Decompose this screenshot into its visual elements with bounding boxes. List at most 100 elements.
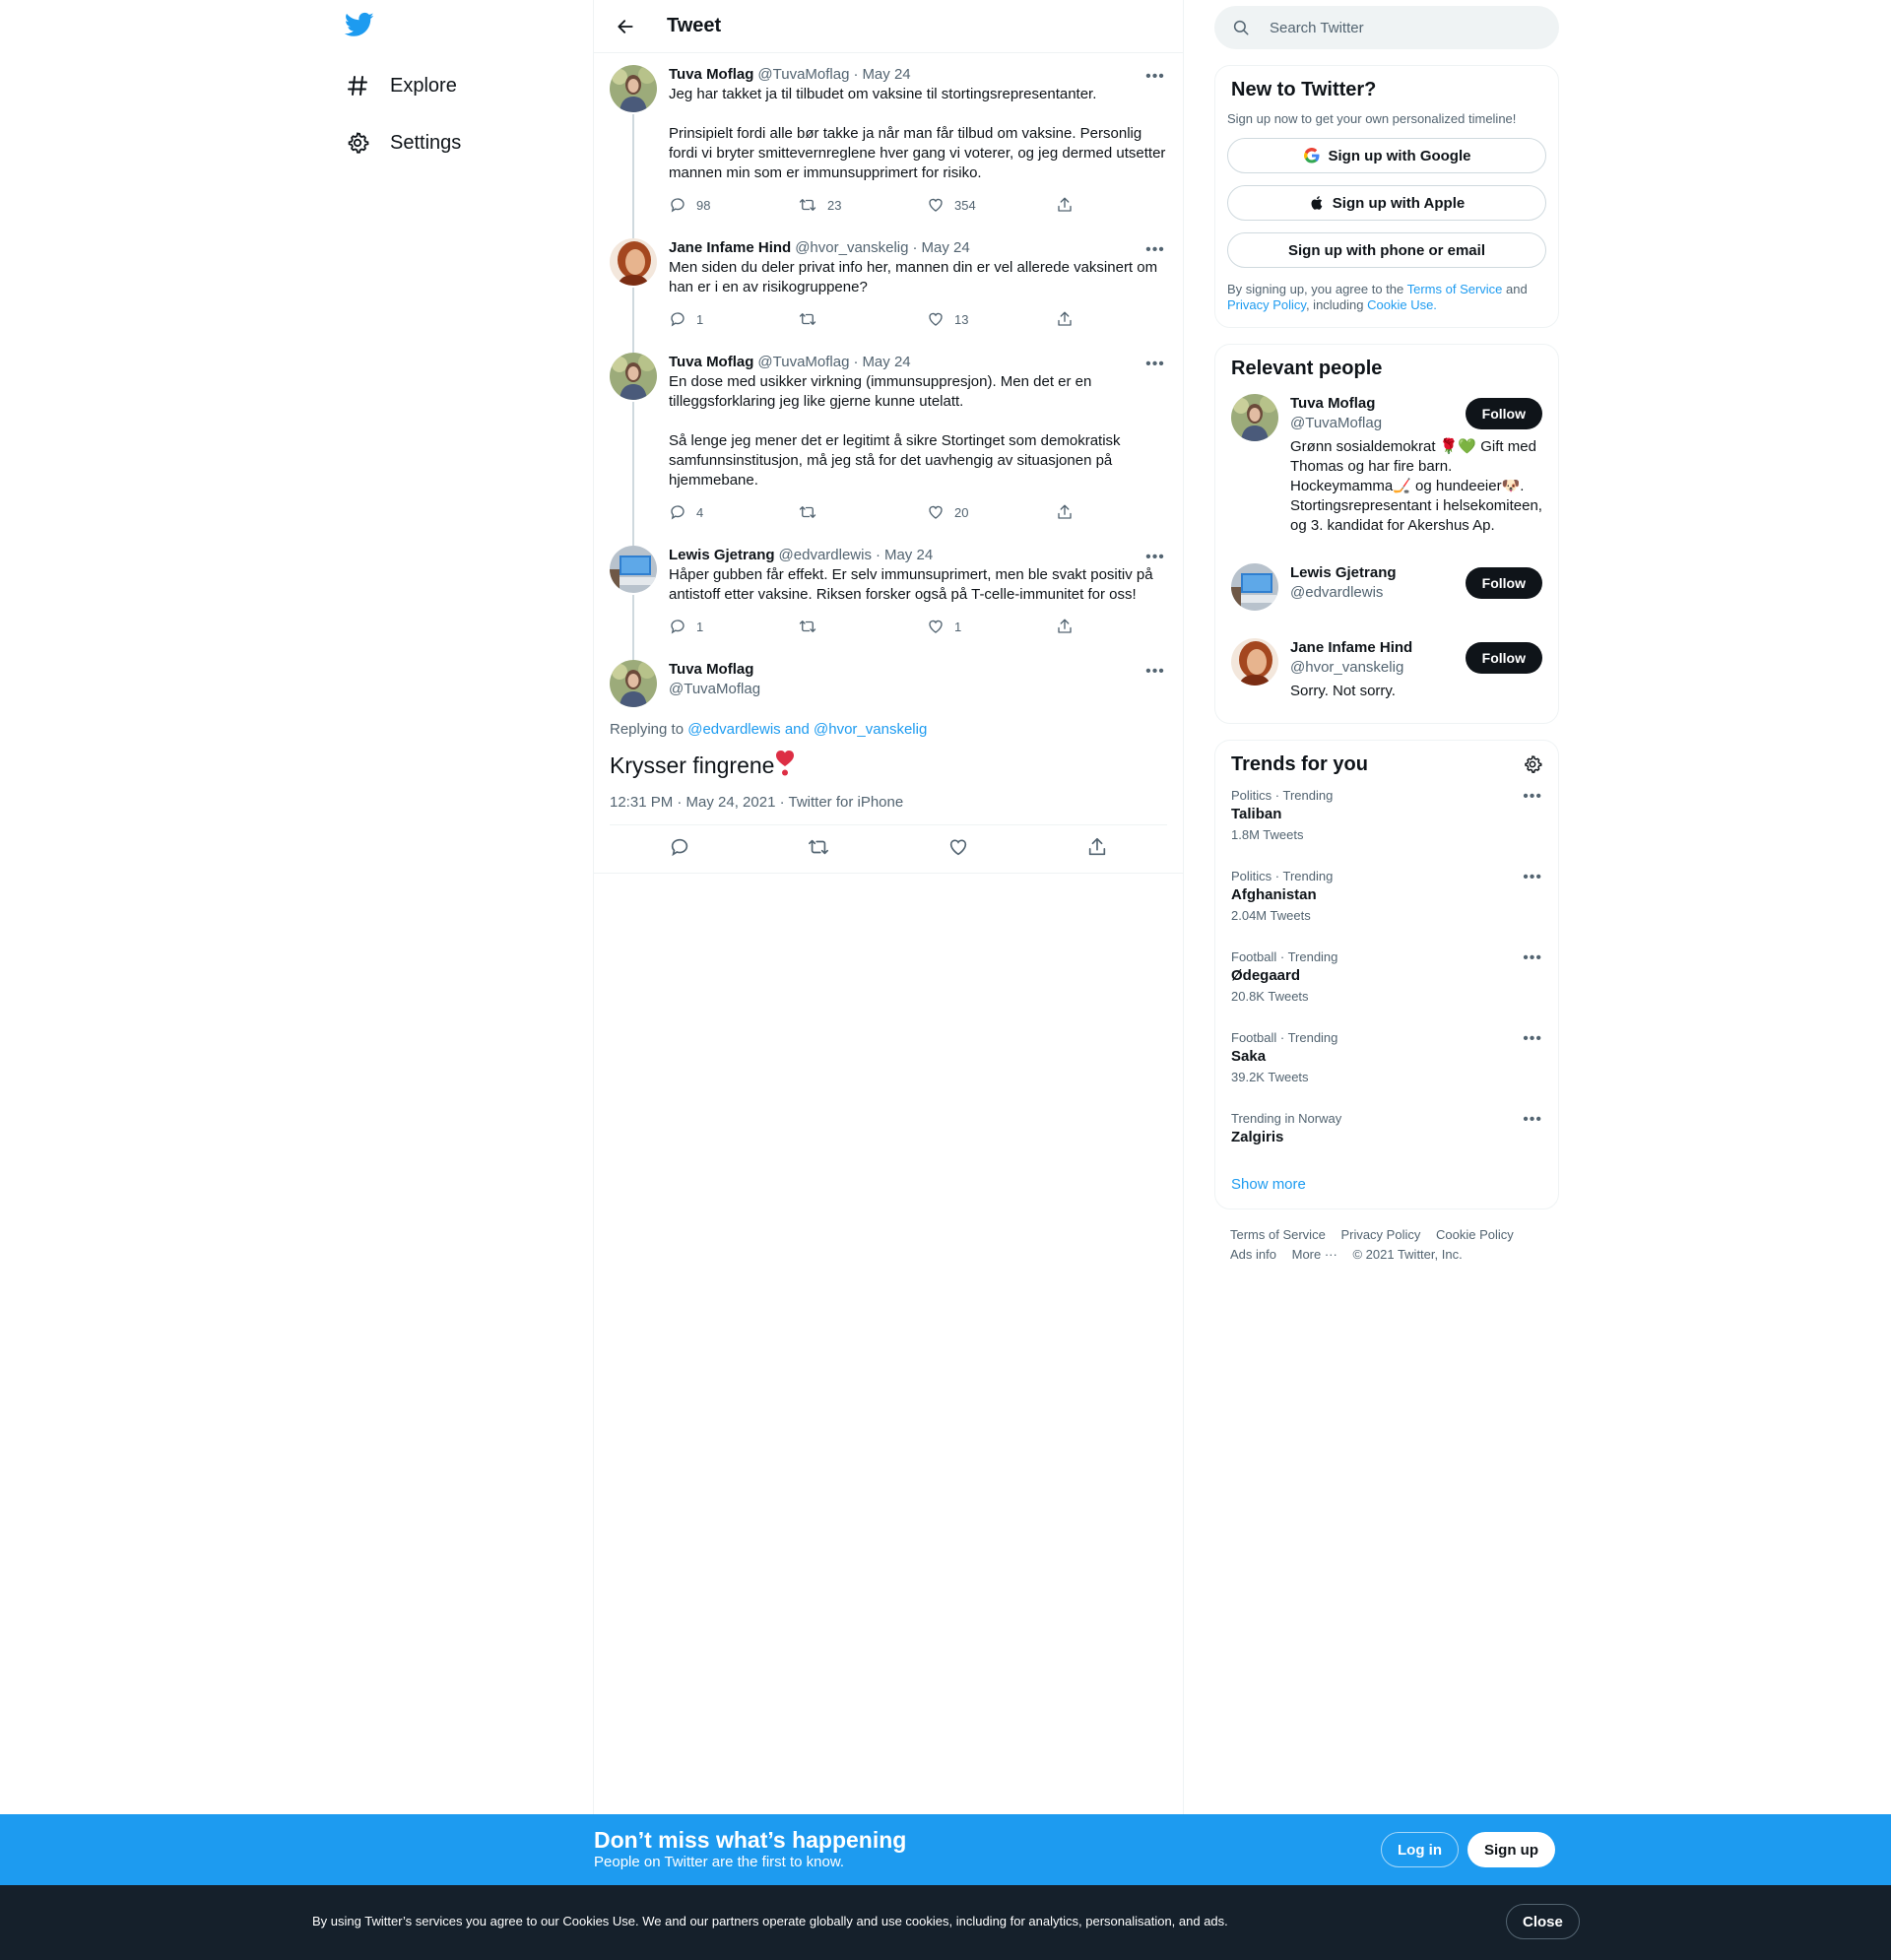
share-button[interactable]	[1056, 310, 1083, 328]
author-name[interactable]: Tuva Moflag	[669, 353, 753, 372]
signup-google-button[interactable]: Sign up with Google	[1227, 138, 1546, 173]
avatar[interactable]	[610, 660, 657, 707]
author-name[interactable]: Jane Infame Hind	[669, 238, 791, 258]
more-options-icon[interactable]: •••	[1143, 546, 1167, 569]
cookie-link[interactable]: Cookie Use.	[1367, 297, 1437, 312]
relevant-people-card: Relevant people Tuva Moflag @TuvaMoflag …	[1214, 344, 1559, 724]
cookie-text: By using Twitter’s services you agree to…	[312, 1914, 1228, 1928]
search-input[interactable]	[1270, 19, 1526, 36]
retweet-icon	[809, 839, 829, 854]
show-more-link[interactable]: Show more	[1215, 1162, 1558, 1199]
signup-button[interactable]: Sign up	[1467, 1832, 1555, 1867]
more-options-icon[interactable]: •••	[1523, 1111, 1542, 1129]
hashtag-icon	[345, 73, 370, 98]
tweet-date[interactable]: May 24	[862, 353, 910, 372]
person-item[interactable]: Jane Infame Hind @hvor_vanskelig Sorry. …	[1231, 624, 1542, 715]
signup-apple-button[interactable]: Sign up with Apple	[1227, 185, 1546, 221]
author-name[interactable]: Lewis Gjetrang	[669, 546, 775, 565]
share-button[interactable]	[1056, 618, 1083, 635]
avatar[interactable]	[610, 65, 657, 112]
like-button[interactable]: 20	[927, 503, 1056, 521]
author-handle[interactable]: @TuvaMoflag	[669, 680, 760, 699]
retweet-button[interactable]	[808, 836, 829, 863]
thread-tweet[interactable]: Jane Infame Hind @hvor_vanskelig · May 2…	[594, 227, 1183, 353]
close-button[interactable]: Close	[1506, 1904, 1580, 1939]
trend-item[interactable]: Football · Trending Ødegaard 20.8K Tweet…	[1215, 938, 1558, 1018]
follow-button[interactable]: Follow	[1465, 642, 1542, 674]
footer-ads-link[interactable]: Ads info	[1230, 1247, 1276, 1262]
like-button[interactable]: 1	[927, 618, 1056, 635]
footer-privacy-link[interactable]: Privacy Policy	[1340, 1227, 1420, 1242]
nav-item-explore[interactable]: Explore	[345, 61, 457, 110]
thread-tweet[interactable]: Lewis Gjetrang @edvardlewis · May 24 •••…	[594, 534, 1183, 660]
like-button[interactable]: 13	[927, 310, 1056, 328]
tweet-date[interactable]: May 24	[922, 238, 970, 258]
separator: ·	[875, 547, 880, 563]
search-box[interactable]	[1214, 6, 1559, 49]
thread-tweet[interactable]: Tuva Moflag @TuvaMoflag · May 24 ••• Jeg…	[594, 53, 1183, 238]
replying-to-link[interactable]: @edvardlewis and @hvor_vanskelig	[687, 721, 927, 738]
footer-copyright: © 2021 Twitter, Inc.	[1352, 1247, 1463, 1262]
avatar[interactable]	[610, 238, 657, 286]
person-item[interactable]: Lewis Gjetrang @edvardlewis Follow	[1231, 550, 1542, 624]
author-name[interactable]: Tuva Moflag	[669, 65, 753, 85]
like-button[interactable]	[947, 836, 969, 863]
like-button[interactable]: 354	[927, 196, 1056, 214]
gear-icon[interactable]	[1523, 754, 1542, 774]
retweet-button[interactable]: 23	[798, 196, 927, 214]
share-button[interactable]	[1086, 836, 1108, 863]
avatar[interactable]	[1231, 638, 1278, 686]
avatar[interactable]	[1231, 563, 1278, 611]
footer-tos-link[interactable]: Terms of Service	[1230, 1227, 1326, 1242]
retweet-button[interactable]	[798, 503, 927, 521]
signup-email-button[interactable]: Sign up with phone or email	[1227, 232, 1546, 268]
author-name[interactable]: Tuva Moflag	[669, 661, 753, 678]
more-options-icon[interactable]: •••	[1143, 238, 1167, 262]
trend-item[interactable]: Football · Trending Saka 39.2K Tweets ••…	[1215, 1018, 1558, 1099]
more-options-icon[interactable]: •••	[1143, 660, 1167, 684]
privacy-link[interactable]: Privacy Policy	[1227, 297, 1306, 312]
author-handle[interactable]: @hvor_vanskelig	[795, 238, 908, 258]
trend-item[interactable]: Politics · Trending Taliban 1.8M Tweets …	[1215, 776, 1558, 857]
footer-more-link[interactable]: More ···	[1292, 1247, 1337, 1262]
more-options-icon[interactable]: •••	[1143, 65, 1167, 89]
tweet-timestamp[interactable]: 12:31 PM · May 24, 2021 · Twitter for iP…	[610, 794, 1167, 825]
reply-button[interactable]: 1	[669, 310, 798, 328]
more-options-icon[interactable]: •••	[1523, 869, 1542, 886]
like-count: 13	[954, 311, 969, 327]
avatar[interactable]	[610, 353, 657, 400]
author-handle[interactable]: @edvardlewis	[779, 546, 872, 565]
author-handle[interactable]: @TuvaMoflag	[757, 353, 849, 372]
retweet-button[interactable]	[798, 310, 927, 328]
reply-button[interactable]	[669, 836, 690, 863]
search-icon	[1233, 20, 1249, 35]
trend-item[interactable]: Trending in Norway Zalgiris •••	[1215, 1099, 1558, 1162]
thread-tweet[interactable]: Tuva Moflag @TuvaMoflag · May 24 ••• En …	[594, 341, 1183, 546]
avatar[interactable]	[610, 546, 657, 593]
footer-cookie-link[interactable]: Cookie Policy	[1436, 1227, 1514, 1242]
tweet-date[interactable]: May 24	[862, 65, 910, 85]
trend-item[interactable]: Politics · Trending Afghanistan 2.04M Tw…	[1215, 857, 1558, 938]
login-button[interactable]: Log in	[1381, 1832, 1459, 1867]
more-options-icon[interactable]: •••	[1523, 788, 1542, 806]
retweet-button[interactable]	[798, 618, 927, 635]
nav-item-settings[interactable]: Settings	[345, 118, 461, 167]
follow-button[interactable]: Follow	[1465, 398, 1542, 429]
share-button[interactable]	[1056, 503, 1083, 521]
tos-link[interactable]: Terms of Service	[1407, 282, 1503, 296]
twitter-bird-icon[interactable]	[344, 10, 378, 43]
follow-button[interactable]: Follow	[1465, 567, 1542, 599]
reply-button[interactable]: 4	[669, 503, 798, 521]
back-button[interactable]	[608, 9, 643, 44]
tweet-text: Men siden du deler privat info her, mann…	[669, 259, 1162, 295]
avatar[interactable]	[1231, 394, 1278, 441]
reply-button[interactable]: 98	[669, 196, 798, 214]
more-options-icon[interactable]: •••	[1523, 1030, 1542, 1048]
share-button[interactable]	[1056, 196, 1083, 214]
more-options-icon[interactable]: •••	[1523, 949, 1542, 967]
more-options-icon[interactable]: •••	[1143, 353, 1167, 376]
reply-button[interactable]: 1	[669, 618, 798, 635]
person-item[interactable]: Tuva Moflag @TuvaMoflag Grønn sosialdemo…	[1231, 380, 1542, 550]
author-handle[interactable]: @TuvaMoflag	[757, 65, 849, 85]
tweet-date[interactable]: May 24	[884, 546, 933, 565]
